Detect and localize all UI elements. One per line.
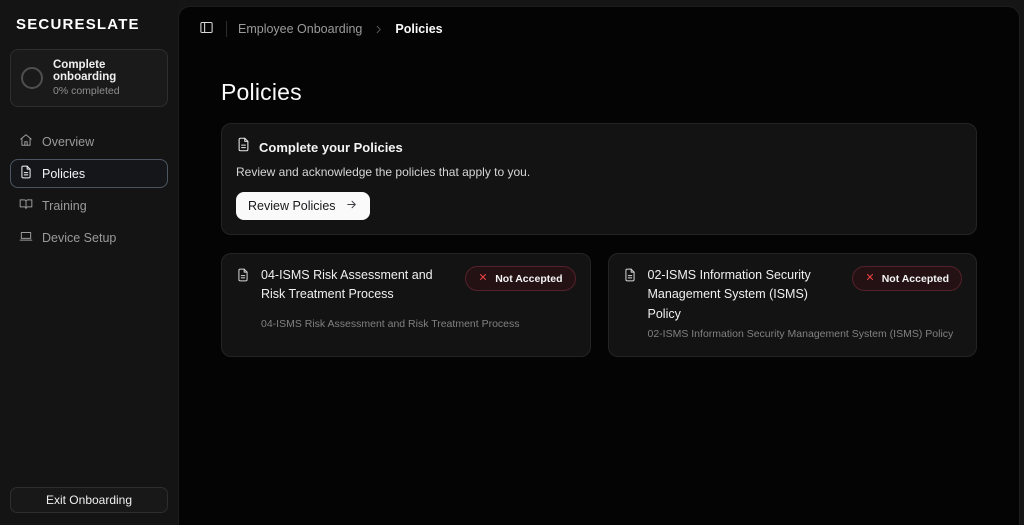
page-content: Policies Complete your Policies Review a… [179, 79, 1019, 358]
cta-card-title: Complete your Policies [259, 139, 403, 155]
sidebar-item-device-setup[interactable]: Device Setup [10, 223, 168, 252]
sidebar-item-training[interactable]: Training [10, 191, 168, 220]
laptop-icon [19, 229, 33, 246]
policy-list: 04-ISMS Risk Assessment and Risk Treatme… [221, 253, 977, 358]
arrow-right-icon [345, 198, 358, 214]
breadcrumb-divider [226, 21, 227, 37]
sidebar-nav: Overview Policies Training Device Setup [10, 127, 168, 252]
complete-policies-card: Complete your Policies Review and acknow… [221, 123, 977, 235]
progress-subtitle: 0% completed [53, 85, 120, 97]
file-text-icon [623, 268, 637, 287]
sidebar-item-label: Training [42, 198, 87, 213]
x-icon [478, 272, 488, 285]
status-badge: Not Accepted [465, 266, 576, 291]
policy-title: 02-ISMS Information Security Management … [647, 268, 811, 321]
x-icon [865, 272, 875, 285]
brand-logo: SECURESLATE [16, 16, 140, 33]
breadcrumb-parent[interactable]: Employee Onboarding [238, 22, 362, 36]
sidebar-toggle-button[interactable] [197, 20, 215, 38]
status-label: Not Accepted [881, 272, 949, 285]
page-title: Policies [221, 79, 302, 105]
main-panel: Employee Onboarding Policies Policies Co… [178, 6, 1020, 525]
chevron-right-icon [373, 24, 384, 35]
book-open-icon [19, 197, 33, 214]
policy-subtitle: 04-ISMS Risk Assessment and Risk Treatme… [261, 318, 520, 331]
file-text-icon [236, 137, 251, 157]
progress-title: Complete onboarding [53, 59, 117, 83]
review-policies-label: Review Policies [248, 199, 336, 213]
app-root: SECURESLATE Complete onboarding 0% compl… [0, 0, 1024, 525]
file-text-icon [236, 268, 250, 287]
policy-card-isms-policy[interactable]: 02-ISMS Information Security Management … [607, 253, 977, 358]
status-badge: Not Accepted [851, 266, 962, 291]
sidebar-item-policies[interactable]: Policies [10, 159, 168, 188]
sidebar-item-label: Device Setup [42, 230, 117, 245]
sidebar-item-overview[interactable]: Overview [10, 127, 168, 156]
sidebar-item-label: Policies [42, 166, 86, 181]
breadcrumb-current: Policies [395, 22, 443, 36]
panel-left-icon [199, 20, 214, 38]
cta-card-header: Complete your Policies [236, 137, 962, 157]
policy-subtitle: 02-ISMS Information Security Management … [647, 328, 954, 341]
policy-title: 04-ISMS Risk Assessment and Risk Treatme… [261, 268, 433, 302]
sidebar-item-label: Overview [42, 134, 95, 149]
progress-text: Complete onboarding 0% completed [53, 59, 157, 97]
onboarding-progress-card: Complete onboarding 0% completed [10, 49, 168, 107]
main-frame: Employee Onboarding Policies Policies Co… [178, 0, 1024, 525]
review-policies-button[interactable]: Review Policies [236, 192, 370, 220]
policy-card-risk-assessment[interactable]: 04-ISMS Risk Assessment and Risk Treatme… [221, 253, 591, 358]
progress-ring-icon [21, 67, 43, 89]
cta-card-description: Review and acknowledge the policies that… [236, 165, 531, 179]
sidebar: SECURESLATE Complete onboarding 0% compl… [0, 0, 178, 525]
exit-onboarding-button[interactable]: Exit Onboarding [10, 487, 168, 513]
home-icon [19, 133, 33, 150]
status-label: Not Accepted [495, 272, 563, 285]
file-text-icon [19, 165, 33, 182]
breadcrumb-bar: Employee Onboarding Policies [179, 7, 1019, 51]
